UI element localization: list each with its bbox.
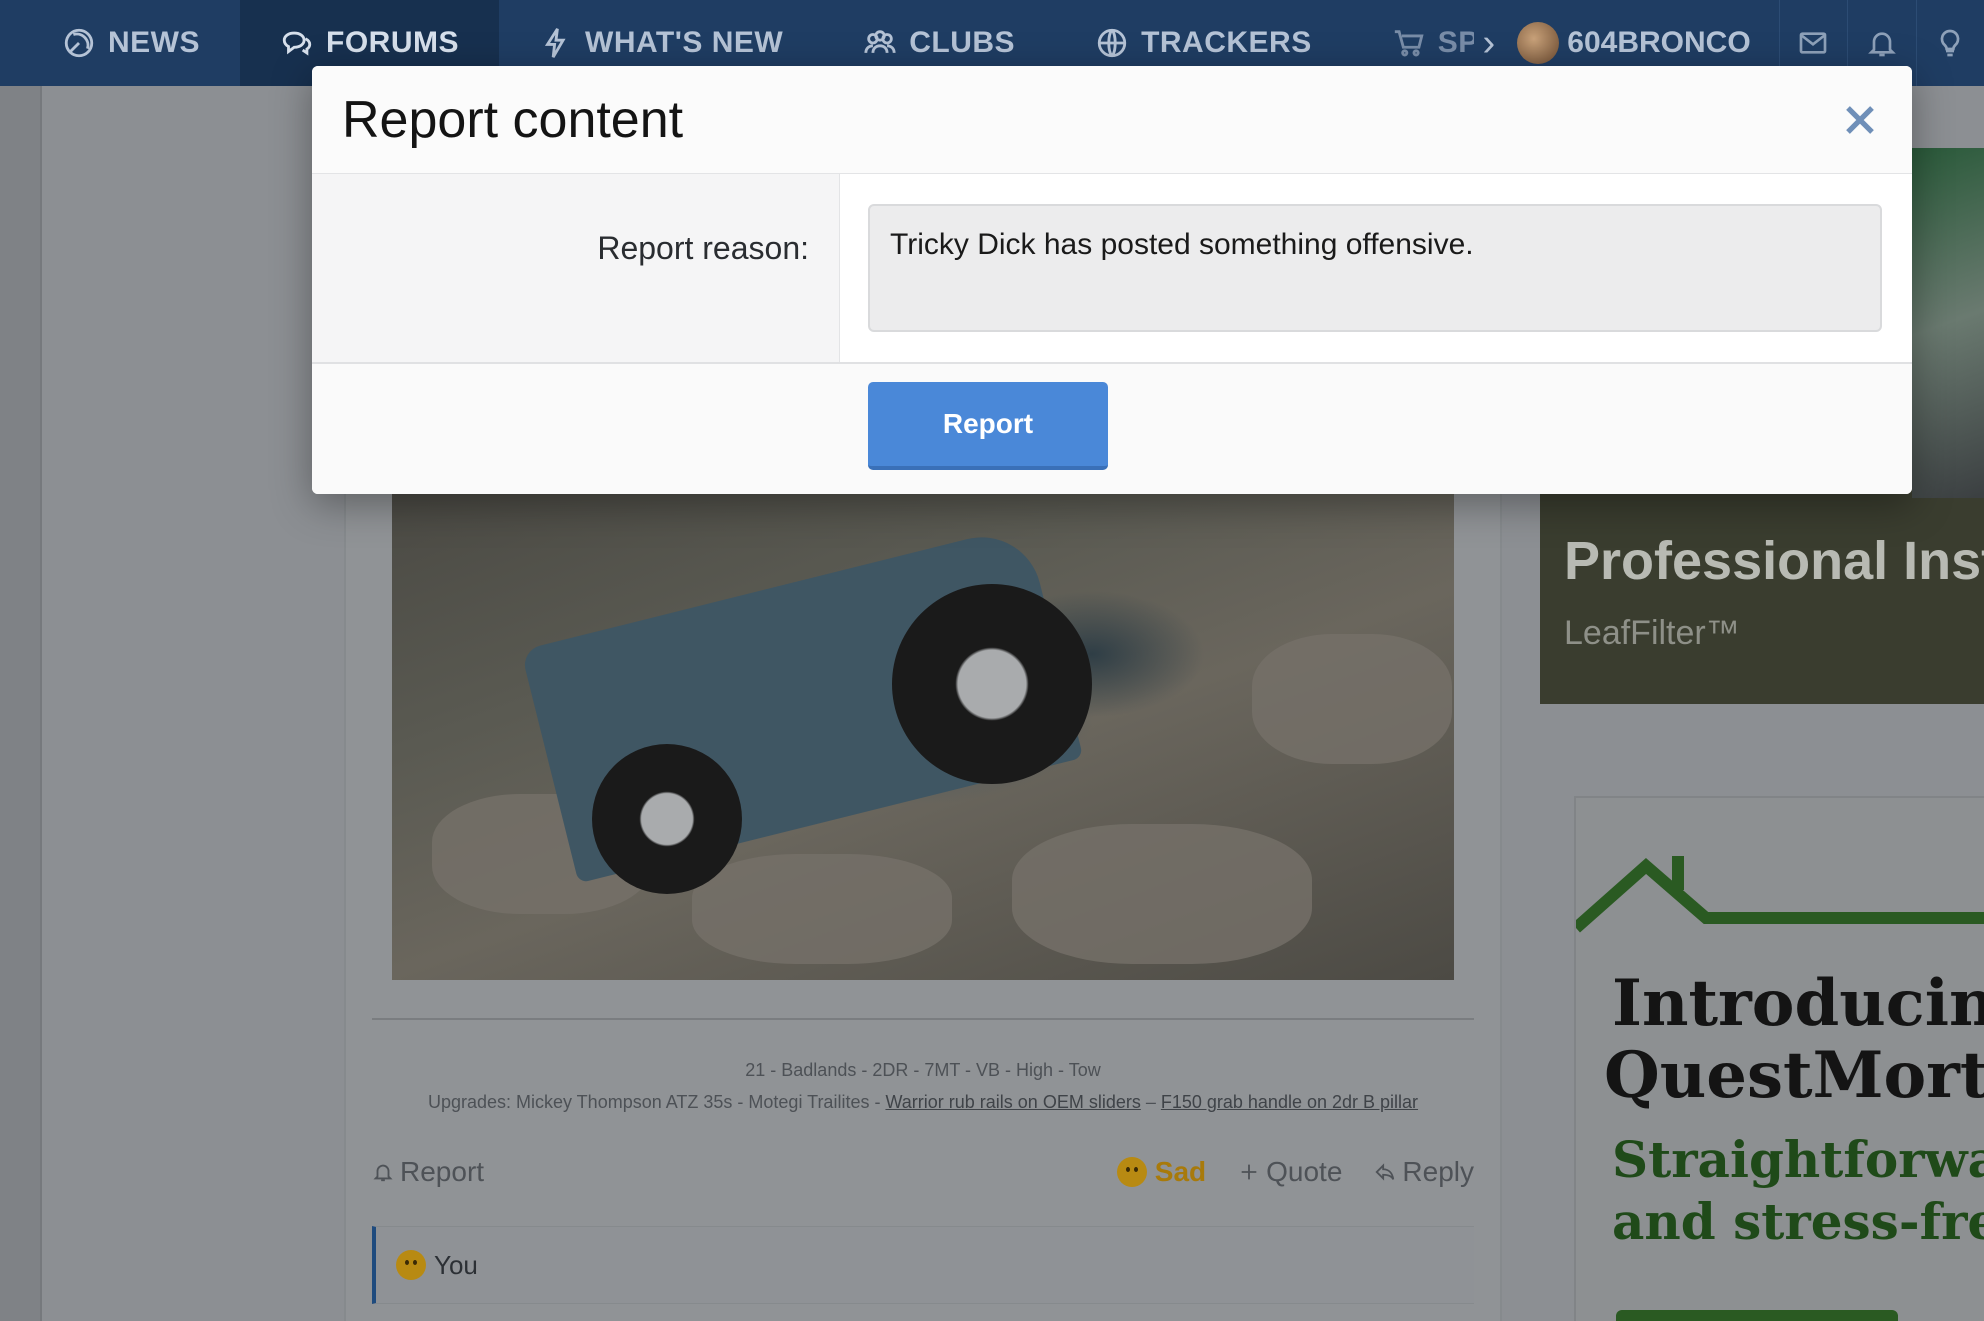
sad-face-icon (396, 1250, 426, 1280)
nav-tab-label: SPONS (1437, 26, 1475, 59)
signature-link-rub-rails[interactable]: Warrior rub rails on OEM sliders (885, 1092, 1140, 1112)
avatar (1517, 22, 1560, 64)
signature-line: 21 - Badlands - 2DR - 7MT - VB - High - … (745, 1060, 1101, 1080)
left-sidebar (0, 86, 42, 1321)
plus-icon (1241, 1164, 1257, 1180)
quote-button[interactable]: Quote (1238, 1156, 1342, 1188)
users-group-icon (863, 26, 897, 60)
signature-link-grab-handle[interactable]: F150 grab handle on 2dr B pillar (1161, 1092, 1418, 1112)
chat-bubbles-icon (280, 26, 314, 60)
ad-cta-button[interactable] (1616, 1310, 1898, 1321)
cart-icon (1392, 26, 1426, 60)
form-label-column: Report reason: (312, 174, 840, 362)
nav-tab-label: CLUBS (909, 26, 1016, 59)
reactions-summary[interactable]: You (372, 1226, 1474, 1304)
reaction-label: Sad (1154, 1156, 1207, 1187)
post-actions: Report Sad Quote Reply (372, 1152, 1474, 1192)
truck-wheel (592, 744, 742, 894)
signature-prefix: Upgrades: Mickey Thompson ATZ 35s - Mote… (427, 1092, 886, 1112)
ad-headline: QuestMortg (1604, 1038, 1984, 1113)
ad-tagline: Straightforwar (1612, 1130, 1984, 1189)
reply-icon (1375, 1163, 1395, 1181)
report-link-label: Report (400, 1156, 485, 1187)
report-reason-row: Report reason: Tricky Dick has posted so… (312, 174, 1912, 364)
form-input-column: Tricky Dick has posted something offensi… (840, 174, 1912, 362)
reaction-sad-button[interactable]: Sad (1116, 1156, 1207, 1188)
ad-brand: LeafFilter™ (1564, 614, 1740, 652)
nav-tab-label: WHAT'S NEW (585, 26, 784, 59)
post-image-truck[interactable] (392, 494, 1454, 980)
nav-tab-label: NEWS (108, 26, 200, 59)
modal-title: Report content (342, 90, 684, 149)
bell-icon (373, 1164, 393, 1182)
close-icon[interactable] (1836, 96, 1884, 144)
lightning-icon (539, 26, 573, 60)
nav-tab-label: TRACKERS (1141, 26, 1312, 59)
quote-label: Quote (1266, 1156, 1343, 1187)
report-submit-button[interactable]: Report (868, 382, 1108, 470)
nav-tab-news[interactable]: NEWS (0, 0, 240, 86)
house-logo-icon (1576, 856, 1984, 933)
report-reason-input[interactable]: Tricky Dick has posted something offensi… (868, 204, 1882, 332)
report-content-modal: Report content Report reason: Tricky Dic… (312, 66, 1912, 494)
modal-header: Report content (312, 66, 1912, 174)
reply-button[interactable]: Reply (1374, 1156, 1474, 1188)
globe-icon (1095, 26, 1129, 60)
signature-divider (372, 1018, 1474, 1020)
report-reason-label: Report reason: (597, 230, 809, 266)
sad-face-icon (1116, 1157, 1147, 1187)
truck-wheel (892, 584, 1092, 784)
ad-questmortgage[interactable]: Introducing QuestMortg Straightforwar an… (1574, 796, 1984, 1321)
nav-tab-label: FORUMS (326, 26, 459, 59)
ad-title: Professional Inst (1564, 531, 1984, 591)
ad-photo (1912, 148, 1984, 498)
username: 604BRONCO (1567, 26, 1751, 59)
radar-icon (62, 26, 96, 60)
reactions-summary-text: You (434, 1249, 478, 1280)
signature-separator: – (1140, 1092, 1161, 1112)
ad-tagline: and stress-free (1612, 1192, 1984, 1251)
lightbulb-icon[interactable] (1915, 0, 1984, 86)
signature-upgrades: Upgrades: Mickey Thompson ATZ 35s - Mote… (372, 1092, 1474, 1113)
report-link[interactable]: Report (372, 1156, 484, 1188)
reply-label: Reply (1402, 1156, 1474, 1187)
ad-headline: Introducing (1612, 966, 1984, 1041)
modal-footer: Report (312, 364, 1912, 494)
